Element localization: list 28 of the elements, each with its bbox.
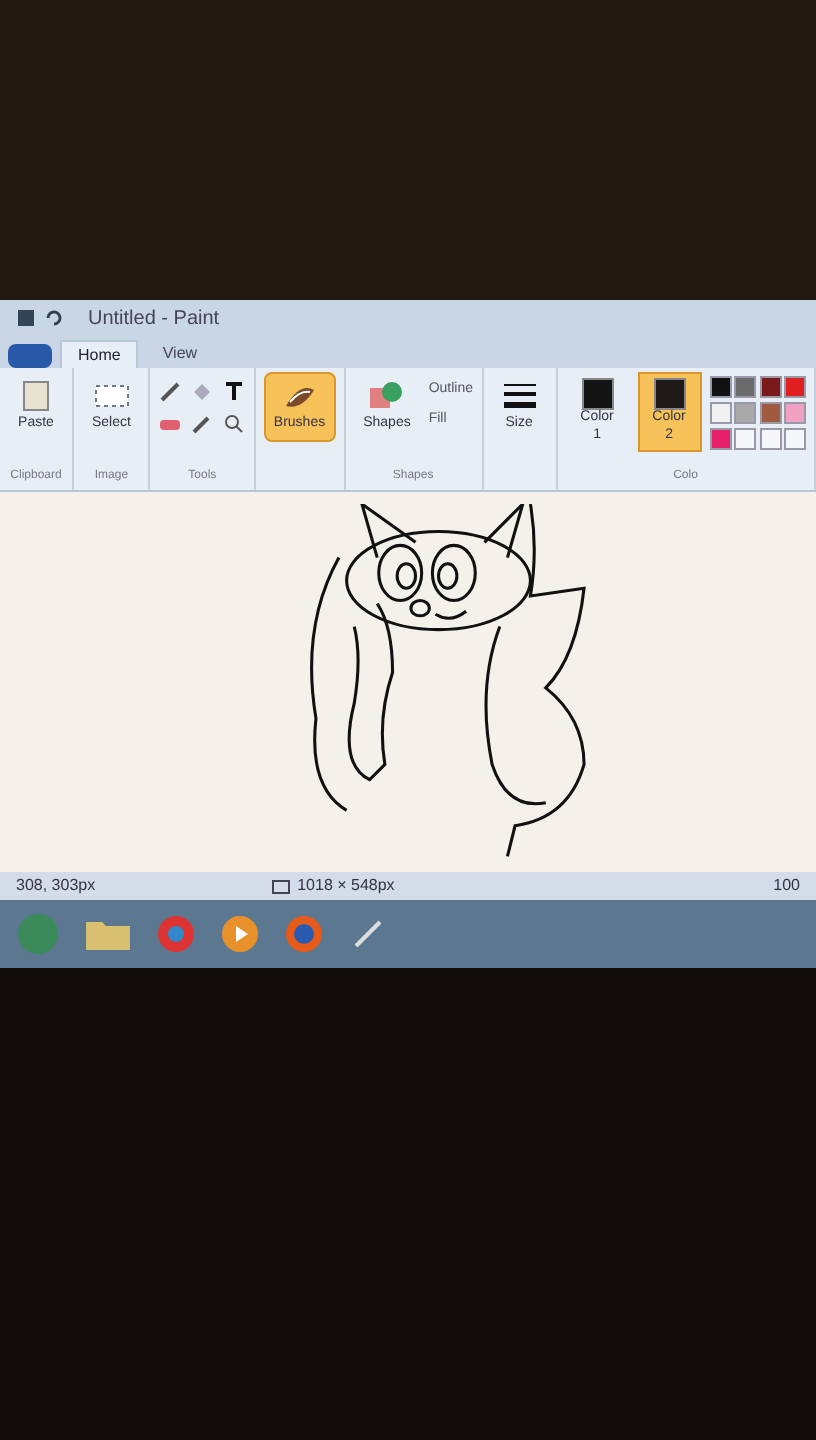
zoom-level: 100 — [773, 874, 800, 898]
lines-icon — [501, 378, 538, 414]
folder-icon[interactable] — [84, 916, 132, 952]
ribbon-tab[interactable]: Home — [60, 340, 139, 368]
palette-color[interactable] — [709, 402, 732, 424]
magnifier-icon[interactable] — [222, 412, 247, 436]
canvas-size: 1018 × 548px — [297, 874, 395, 898]
text-icon[interactable] — [222, 380, 247, 404]
palette-color[interactable] — [709, 376, 732, 398]
eyedropper-icon[interactable] — [190, 412, 215, 436]
file-menu-button[interactable] — [8, 344, 52, 368]
palette-color[interactable] — [709, 428, 732, 450]
undo-icon[interactable] — [44, 308, 64, 328]
palette-color[interactable] — [784, 376, 807, 398]
palette-color[interactable] — [734, 402, 757, 424]
pencil-icon[interactable] — [158, 380, 183, 404]
palette-color[interactable] — [784, 402, 807, 424]
play-icon[interactable] — [220, 914, 260, 954]
palette-color[interactable] — [734, 376, 757, 398]
clipboard-icon — [18, 378, 54, 414]
ribbon-tab[interactable]: View — [146, 340, 214, 368]
window-title: Untitled - Paint — [88, 305, 220, 333]
palette-color[interactable] — [759, 376, 782, 398]
palette-color[interactable] — [759, 402, 782, 424]
canvas-size-icon — [271, 879, 290, 893]
shapes-icon — [368, 378, 405, 414]
cursor-position: 308, 303px — [16, 874, 96, 898]
save-icon[interactable] — [16, 308, 36, 328]
